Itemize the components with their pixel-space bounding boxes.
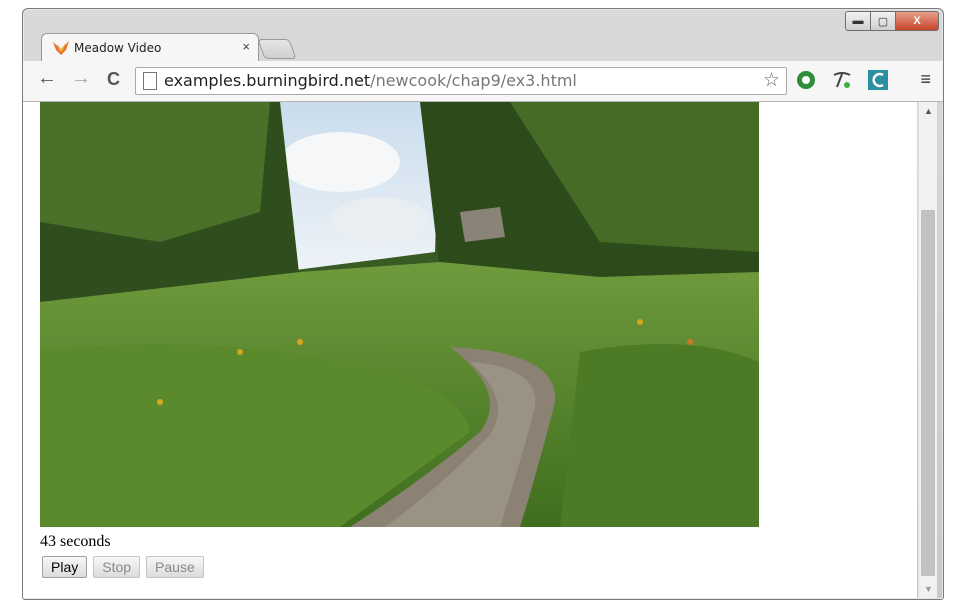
page-content: 43 seconds Play Stop Pause: [23, 102, 917, 598]
minimize-button[interactable]: ▬: [845, 11, 871, 31]
menu-icon[interactable]: ≡: [920, 69, 931, 90]
page-icon: [143, 72, 157, 90]
elapsed-time-text: 43 seconds: [40, 533, 111, 550]
video-controls: Play Stop Pause: [42, 556, 204, 578]
tab-title: Meadow Video: [74, 41, 162, 55]
vertical-scrollbar[interactable]: ▲ ▼: [918, 102, 937, 598]
play-button[interactable]: Play: [42, 556, 88, 578]
new-tab-button[interactable]: [257, 39, 297, 59]
url-path: /newcook/chap9/ex3.html: [370, 71, 577, 90]
pause-button[interactable]: Pause: [146, 556, 204, 578]
pickaxe-extension-icon[interactable]: [831, 69, 853, 91]
reload-icon[interactable]: C: [107, 69, 120, 90]
back-icon[interactable]: ←: [37, 67, 57, 90]
video-frame: [40, 102, 759, 527]
address-bar[interactable]: examples.burningbird.net/newcook/chap9/e…: [135, 67, 787, 95]
browser-window: ▬ ▢ X Meadow Video × ← → C examples.burn…: [22, 8, 944, 600]
url-domain: examples.burningbird.net: [164, 71, 371, 90]
meadow-video[interactable]: [40, 102, 759, 527]
wave-extension-icon[interactable]: [867, 69, 889, 91]
scroll-down-icon[interactable]: ▼: [924, 584, 933, 594]
close-button[interactable]: X: [896, 11, 939, 31]
address-url: examples.burningbird.net/newcook/chap9/e…: [164, 71, 577, 90]
bookmark-star-icon[interactable]: ☆: [763, 69, 780, 92]
browser-tab[interactable]: Meadow Video ×: [41, 33, 259, 62]
stop-button[interactable]: Stop: [93, 556, 141, 578]
forward-icon[interactable]: →: [71, 67, 91, 90]
firefox-favicon-icon: [53, 41, 69, 55]
evernote-extension-icon[interactable]: [795, 69, 817, 91]
scrollbar-thumb[interactable]: [921, 210, 935, 576]
window-controls: ▬ ▢ X: [845, 11, 939, 31]
maximize-button[interactable]: ▢: [871, 11, 896, 31]
tab-close-icon[interactable]: ×: [242, 39, 250, 54]
scroll-up-icon[interactable]: ▲: [924, 106, 933, 116]
browser-toolbar: ← → C examples.burningbird.net/newcook/c…: [23, 61, 943, 102]
